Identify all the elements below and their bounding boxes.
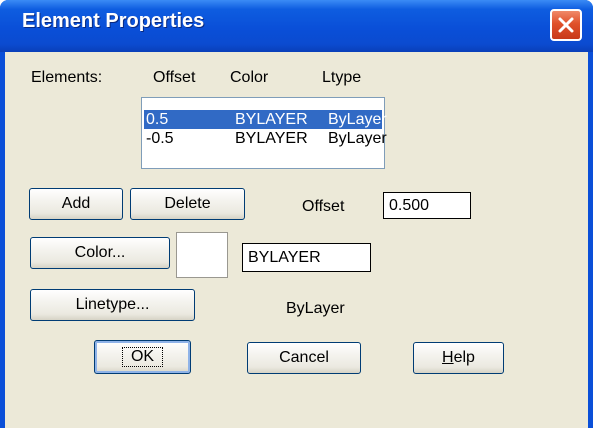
close-button[interactable] bbox=[550, 9, 582, 41]
close-x-icon bbox=[558, 17, 574, 33]
offset-field-value: 0.500 bbox=[389, 196, 430, 214]
list-item[interactable]: 0.5 BYLAYER ByLayer bbox=[144, 110, 387, 129]
help-label-rest: elp bbox=[453, 349, 475, 366]
ok-button-label: OK bbox=[121, 347, 164, 367]
help-mnemonic: H bbox=[442, 349, 454, 366]
add-button[interactable]: Add bbox=[29, 188, 123, 220]
delete-button[interactable]: Delete bbox=[130, 188, 245, 220]
offset-field[interactable]: 0.500 bbox=[383, 192, 471, 219]
offset-column-header: Offset bbox=[153, 69, 196, 86]
linetype-value: ByLayer bbox=[286, 300, 345, 317]
list-item-ltype: ByLayer bbox=[328, 130, 387, 147]
elements-listbox[interactable]: 0.5 BYLAYER ByLayer -0.5 BYLAYER ByLayer bbox=[141, 97, 387, 169]
cancel-button[interactable]: Cancel bbox=[247, 342, 361, 374]
linetype-button[interactable]: Linetype... bbox=[30, 289, 195, 321]
offset-label: Offset bbox=[302, 198, 345, 215]
list-item-color: BYLAYER bbox=[235, 130, 308, 147]
list-item-offset: -0.5 bbox=[146, 130, 174, 147]
dialog-body: Elements: Offset Color Ltype 0.5 BYLAYER… bbox=[5, 52, 588, 428]
delete-button-label: Delete bbox=[164, 195, 211, 212]
help-button-label: Help bbox=[442, 349, 475, 367]
add-button-label: Add bbox=[61, 195, 91, 212]
dialog-title: Element Properties bbox=[22, 10, 205, 32]
color-button-label: Color... bbox=[74, 244, 126, 261]
cancel-button-label: Cancel bbox=[279, 349, 329, 366]
color-button[interactable]: Color... bbox=[30, 237, 170, 269]
element-properties-dialog: Element Properties Elements: Offset Colo… bbox=[0, 0, 593, 428]
linetype-button-label: Linetype... bbox=[75, 296, 150, 313]
list-item-offset: 0.5 bbox=[146, 111, 169, 128]
color-field-value: BYLAYER bbox=[248, 248, 321, 266]
list-item[interactable]: -0.5 BYLAYER ByLayer bbox=[144, 129, 387, 148]
help-button[interactable]: Help bbox=[413, 342, 504, 374]
ltype-column-header: Ltype bbox=[322, 69, 362, 86]
color-field[interactable]: BYLAYER bbox=[242, 243, 371, 272]
elements-label: Elements: bbox=[31, 69, 103, 86]
color-column-header: Color bbox=[230, 69, 269, 86]
title-bar[interactable]: Element Properties bbox=[0, 0, 593, 52]
ok-button[interactable]: OK bbox=[94, 340, 191, 374]
list-item-color: BYLAYER bbox=[235, 111, 308, 128]
color-swatch bbox=[176, 232, 228, 278]
list-item-ltype: ByLayer bbox=[328, 111, 387, 128]
